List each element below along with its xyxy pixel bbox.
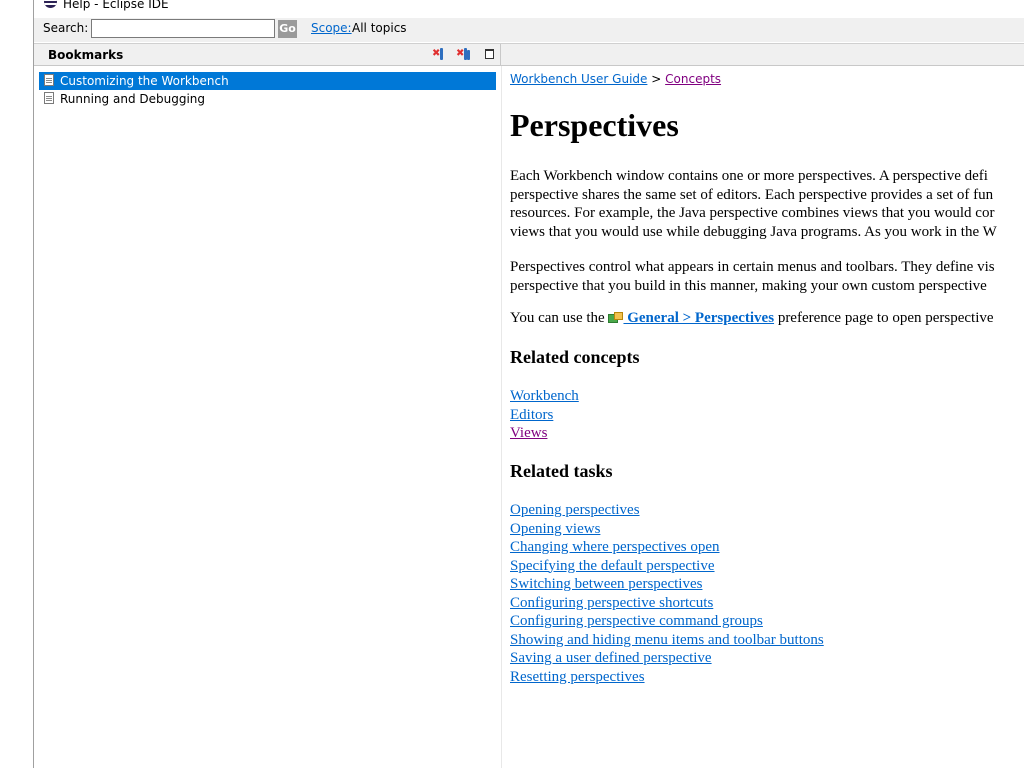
list-item: Opening views <box>510 520 824 539</box>
page-title: Perspectives <box>510 107 679 143</box>
related-concepts-heading: Related concepts <box>510 347 640 367</box>
help-window: Help - Eclipse IDE Search: Go Scope: All… <box>34 0 1024 768</box>
window-title: Help - Eclipse IDE <box>63 0 169 11</box>
task-link[interactable]: Changing where perspectives open <box>510 539 720 555</box>
task-link[interactable]: Configuring perspective shortcuts <box>510 595 713 611</box>
task-link[interactable]: Opening perspectives <box>510 502 640 518</box>
go-button[interactable]: Go <box>278 20 297 38</box>
search-label: Search: <box>43 21 89 35</box>
task-link[interactable]: Resetting perspectives <box>510 669 645 685</box>
header-divider <box>500 44 501 66</box>
list-item: Saving a user defined perspective <box>510 649 824 668</box>
concept-link-editors[interactable]: Editors <box>510 407 553 423</box>
task-link[interactable]: Showing and hiding menu items and toolba… <box>510 632 824 648</box>
list-item: Showing and hiding menu items and toolba… <box>510 631 824 650</box>
eclipse-icon <box>44 0 57 8</box>
list-item: Views <box>510 424 579 443</box>
breadcrumb-link-concepts[interactable]: Concepts <box>665 72 721 86</box>
task-link[interactable]: Specifying the default perspective <box>510 558 715 574</box>
list-item: Changing where perspectives open <box>510 538 824 557</box>
breadcrumb-separator: > <box>651 72 662 86</box>
list-item: Switching between perspectives <box>510 575 824 594</box>
paragraph-text: You can use the <box>510 310 609 326</box>
breadcrumb: Workbench User Guide > Concepts <box>510 72 721 86</box>
help-content-pane: Workbench User Guide > Concepts Perspect… <box>502 66 1024 768</box>
list-item: Workbench <box>510 387 579 406</box>
desktop-strip <box>0 0 33 768</box>
related-concepts-list: Workbench Editors Views <box>510 387 579 443</box>
scope-value: All topics <box>352 21 407 35</box>
task-link[interactable]: Configuring perspective command groups <box>510 613 763 629</box>
search-input[interactable] <box>91 19 275 38</box>
bookmarks-view-header: Bookmarks ✖ ✖ <box>34 43 1024 66</box>
concept-link-workbench[interactable]: Workbench <box>510 388 579 404</box>
maximize-icon <box>485 49 494 59</box>
bookmark-icon <box>467 50 470 60</box>
paragraph-line: Each Workbench window contains one or mo… <box>510 168 988 184</box>
delete-bookmark-button[interactable]: ✖ <box>432 48 448 62</box>
list-item: Resetting perspectives <box>510 668 824 687</box>
task-link[interactable]: Opening views <box>510 521 600 537</box>
document-icon <box>44 74 54 86</box>
concept-link-views[interactable]: Views <box>510 425 547 441</box>
related-tasks-heading: Related tasks <box>510 461 613 481</box>
paragraph-line: Perspectives control what appears in cer… <box>510 259 995 275</box>
bookmark-label: Running and Debugging <box>60 92 206 106</box>
preference-paragraph: You can use the General > Perspectives p… <box>510 309 994 328</box>
bookmark-icon <box>440 48 443 60</box>
list-item: Editors <box>510 406 579 425</box>
list-item: Specifying the default perspective <box>510 557 824 576</box>
breadcrumb-link-guide[interactable]: Workbench User Guide <box>510 72 647 86</box>
maximize-button[interactable] <box>483 48 499 62</box>
paragraph-line: perspective that you build in this manne… <box>510 277 987 294</box>
bookmark-label: Customizing the Workbench <box>60 74 229 88</box>
related-tasks-list: Opening perspectives Opening views Chang… <box>510 501 824 686</box>
scope-link[interactable]: Scope: <box>311 21 352 35</box>
task-link[interactable]: Switching between perspectives <box>510 576 702 592</box>
preferences-icon <box>608 312 624 323</box>
menus-paragraph: Perspectives control what appears in cer… <box>510 258 995 295</box>
view-title: Bookmarks <box>48 48 124 62</box>
task-link[interactable]: Saving a user defined perspective <box>510 650 712 666</box>
delete-all-bookmarks-button[interactable]: ✖ <box>456 48 472 62</box>
bookmarks-pane: Customizing the Workbench Running and De… <box>34 66 501 768</box>
list-item: Configuring perspective shortcuts <box>510 594 824 613</box>
bookmark-item[interactable]: Customizing the Workbench <box>39 72 496 90</box>
paragraph-line: perspective shares the same set of edito… <box>510 186 994 203</box>
paragraph-line: views that you would use while debugging… <box>510 223 997 240</box>
title-bar[interactable]: Help - Eclipse IDE <box>34 0 1024 12</box>
intro-paragraph: Each Workbench window contains one or mo… <box>510 167 997 241</box>
search-bar: Search: Go Scope: All topics <box>34 18 1024 42</box>
paragraph-line: resources. For example, the Java perspec… <box>510 205 995 221</box>
list-item: Opening perspectives <box>510 501 824 520</box>
paragraph-text: preference page to open perspective <box>774 310 994 326</box>
document-icon <box>44 92 54 104</box>
list-item: Configuring perspective command groups <box>510 612 824 631</box>
preference-page-link[interactable]: General > Perspectives <box>623 310 774 326</box>
bookmark-item[interactable]: Running and Debugging <box>39 90 496 108</box>
